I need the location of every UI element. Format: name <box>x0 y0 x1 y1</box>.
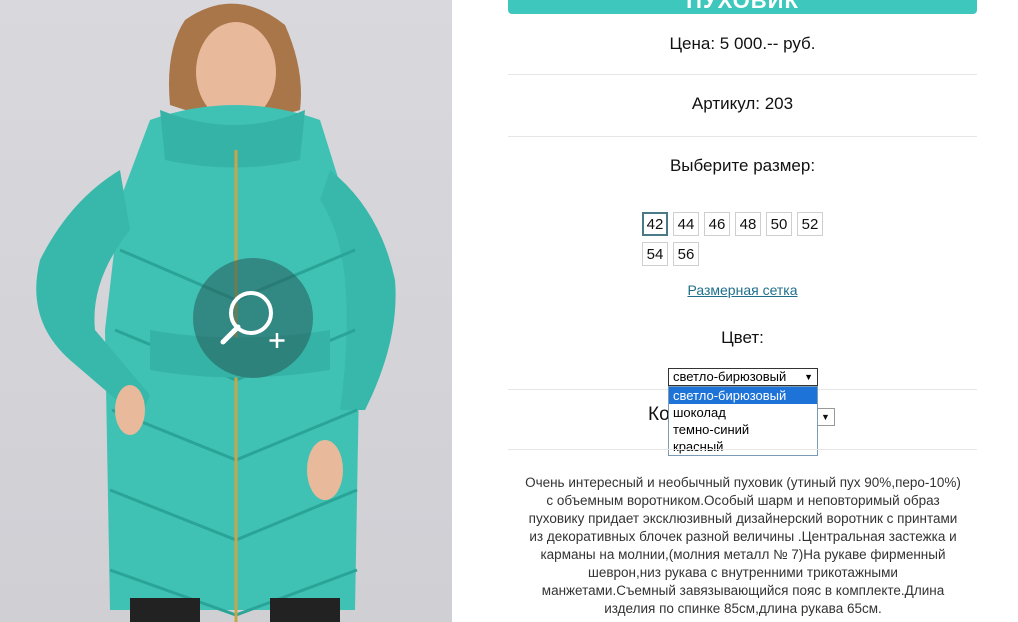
size-option[interactable]: 44 <box>673 212 699 236</box>
chevron-down-icon: ▼ <box>804 372 813 382</box>
divider <box>508 136 977 137</box>
chevron-down-icon: ▼ <box>821 412 830 422</box>
size-option[interactable]: 56 <box>673 242 699 266</box>
size-option[interactable]: 50 <box>766 212 792 236</box>
product-photo[interactable] <box>0 0 452 622</box>
color-select-value: светло-бирюзовый <box>673 369 787 384</box>
size-option[interactable]: 52 <box>797 212 823 236</box>
color-select[interactable]: светло-бирюзовый ▼ <box>668 368 818 386</box>
size-option[interactable]: 46 <box>704 212 730 236</box>
color-dropdown-list: светло-бирюзовый шоколад темно-синий кра… <box>668 386 818 456</box>
divider <box>508 74 977 75</box>
price: Цена: 5 000.-- руб. <box>669 34 816 53</box>
product-description: Очень интересный и необычный пуховик (ут… <box>525 475 961 616</box>
size-option[interactable]: 48 <box>735 212 761 236</box>
color-option[interactable]: шоколад <box>669 404 817 421</box>
size-prompt: Выберите размер: <box>669 156 816 175</box>
color-option[interactable]: красный <box>669 438 817 455</box>
divider <box>508 449 977 450</box>
size-chart-link[interactable]: Размерная сетка <box>508 282 977 298</box>
color-option[interactable]: темно-синий <box>669 421 817 438</box>
article-number: Артикул: 203 <box>691 94 794 113</box>
size-option[interactable]: 54 <box>642 242 668 266</box>
color-label: Цвет: <box>721 328 764 347</box>
magnifier-plus-icon <box>220 291 285 348</box>
product-title: ПУХОВИК <box>508 0 977 14</box>
quantity-label: Ко <box>648 404 670 425</box>
color-option[interactable]: светло-бирюзовый <box>669 387 817 404</box>
quantity-select[interactable]: ▼ <box>816 408 835 426</box>
zoom-button[interactable] <box>193 258 313 378</box>
size-option[interactable]: 42 <box>642 212 668 236</box>
